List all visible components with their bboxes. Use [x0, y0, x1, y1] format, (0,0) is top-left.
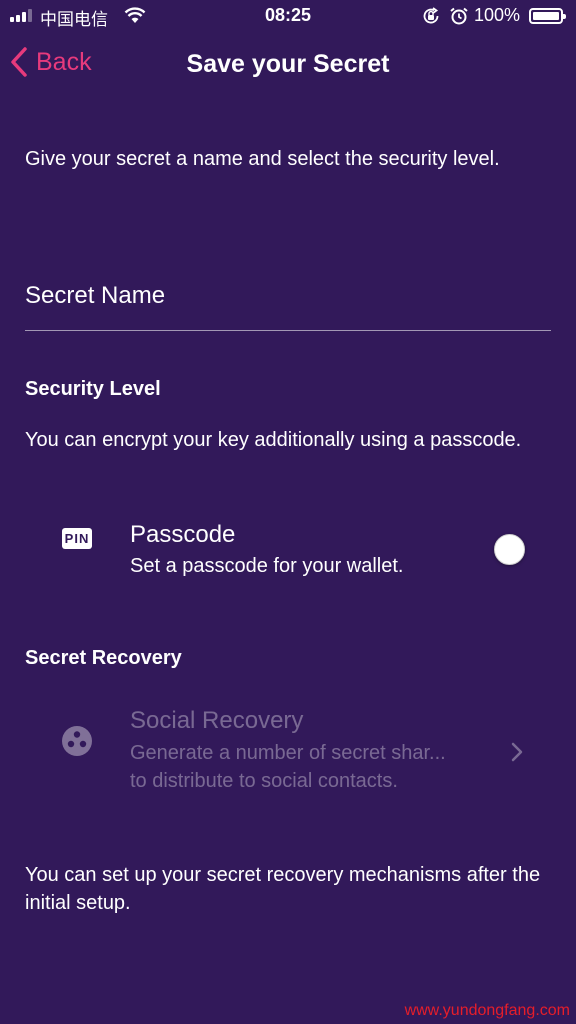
social-recovery-icon [62, 726, 92, 756]
social-recovery-subtitle-line1: Generate a number of secret shar... [130, 742, 446, 764]
status-bar: 中国电信 08:25 100% [0, 0, 576, 32]
passcode-subtitle: Set a passcode for your wallet. [130, 555, 404, 577]
secret-name-input[interactable] [25, 270, 551, 310]
orientation-lock-icon [423, 7, 439, 24]
social-recovery-title[interactable]: Social Recovery [130, 707, 303, 735]
page-title: Save your Secret [186, 50, 390, 78]
battery-percentage: 100% [474, 5, 521, 25]
pin-icon: PIN [62, 528, 92, 549]
chevron-right-icon[interactable] [510, 741, 524, 763]
intro-text: Give your secret a name and select the s… [25, 148, 500, 170]
battery-icon [529, 8, 566, 24]
recovery-note: You can set up your secret recovery mech… [25, 864, 541, 914]
alarm-icon [450, 7, 468, 25]
passcode-title: Passcode [130, 521, 236, 548]
secret-recovery-heading: Secret Recovery [25, 647, 182, 669]
passcode-toggle[interactable] [494, 534, 525, 565]
secret-name-field [25, 270, 551, 331]
social-recovery-subtitle-line2: to distribute to social contacts. [130, 770, 398, 792]
navigation-bar: Back Save your Secret [0, 40, 576, 90]
watermark: www.yundongfang.com [404, 1002, 570, 1019]
security-level-heading: Security Level [25, 378, 161, 400]
security-description: You can encrypt your key additionally us… [25, 429, 522, 451]
